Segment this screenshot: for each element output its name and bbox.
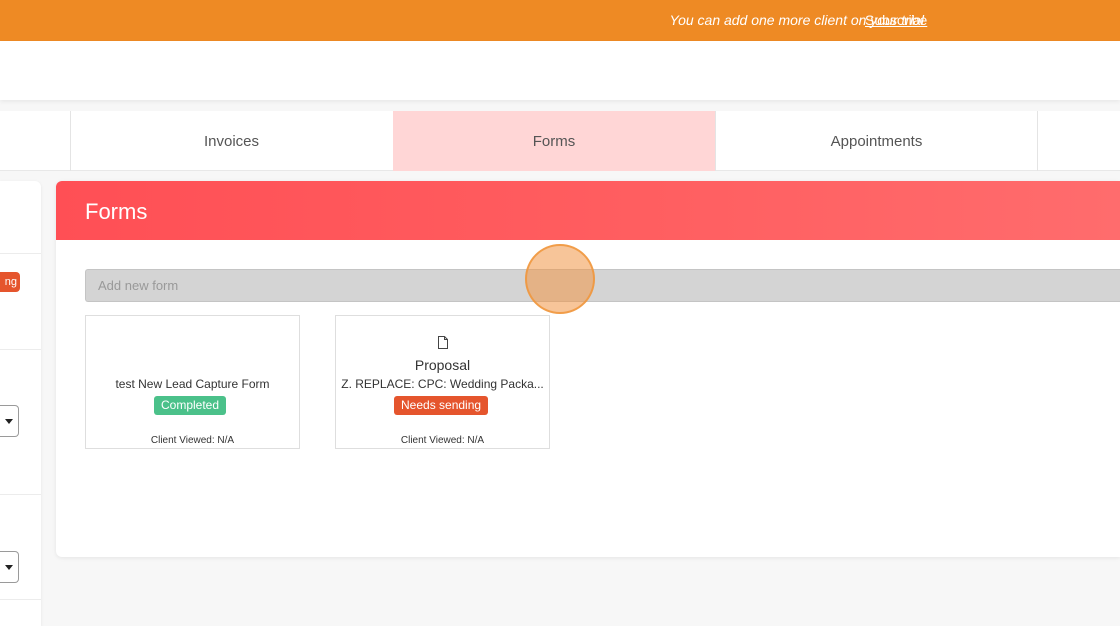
status-badge: Completed [154,396,227,415]
trial-banner: You can add one more client on your tria… [0,0,1120,41]
side-dropdown[interactable] [0,405,19,437]
forms-card-title: Forms [85,199,148,224]
tab-appointments-label: Appointments [830,132,923,150]
tab-forms[interactable]: Forms [393,111,715,171]
client-viewed-text: Client Viewed: N/A [400,435,485,446]
side-divider [0,494,41,495]
side-dropdown[interactable] [0,551,19,583]
form-tile-name: Z. REPLACE: CPC: Wedding Packa... [341,377,544,391]
status-badge: Needs sending [394,396,489,415]
section-tabs: Invoices Forms Appointments [0,111,1120,171]
chevron-down-icon [5,565,13,570]
form-tile-type: Proposal [414,357,471,373]
side-status-badge: ng [0,272,20,292]
add-new-form-input[interactable] [85,269,1120,302]
side-divider [0,349,41,350]
form-tile[interactable]: test New Lead Capture Form Completed Cli… [85,315,300,449]
form-tile[interactable]: Proposal Z. REPLACE: CPC: Wedding Packa.… [335,315,550,449]
chevron-down-icon [5,419,13,424]
tab-partial[interactable] [1037,111,1120,171]
client-viewed-text: Client Viewed: N/A [150,435,235,446]
forms-card-header: Forms [56,181,1120,240]
tab-invoices[interactable]: Invoices [70,111,392,171]
document-icon [438,336,448,349]
tab-invoices-label: Invoices [203,132,260,150]
side-divider [0,253,41,254]
subscribe-link[interactable]: Subscribe [865,12,927,28]
form-tile-name: test New Lead Capture Form [115,377,270,391]
client-side-panel: ng [0,181,41,626]
forms-card: Forms test New Lead Capture Form Complet… [56,181,1120,557]
top-header [0,41,1120,100]
side-divider [0,599,41,600]
tab-forms-label: Forms [532,132,576,150]
tab-appointments[interactable]: Appointments [715,111,1037,171]
